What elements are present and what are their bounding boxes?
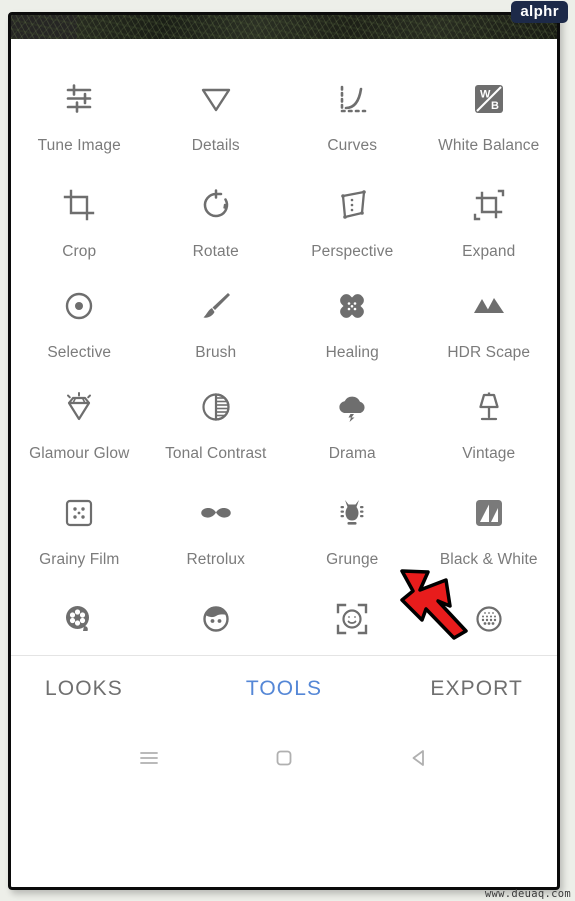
tool-label: Details [191, 137, 240, 154]
tool-selective[interactable]: Selective [11, 284, 148, 385]
tool-label: White Balance [438, 137, 540, 154]
tool-vintage[interactable]: Vintage [421, 385, 558, 491]
tool-details[interactable]: Details [148, 77, 285, 183]
half-circle-contrast-icon [194, 385, 238, 429]
tool-label: Retrolux [186, 551, 246, 568]
tools-row: Tune Image Details Curves W B White Bala… [11, 77, 557, 183]
tools-row: Crop Rotate Perspective Expand [11, 183, 557, 284]
tool-hdr-scape[interactable]: HDR Scape [421, 284, 558, 385]
moustache-icon [194, 491, 238, 535]
screenshot-root: Tune Image Details Curves W B White Bala… [0, 0, 575, 901]
tool-label: HDR Scape [447, 344, 531, 361]
tool-black-and-white[interactable]: Black & White [421, 491, 558, 597]
curves-icon [330, 77, 374, 121]
tool-label: Glamour Glow [29, 445, 130, 462]
tool-expand[interactable]: Expand [421, 183, 558, 284]
tool-label: Black & White [439, 551, 538, 568]
healing-bandage-icon [330, 284, 374, 328]
tool-tune-image[interactable]: Tune Image [11, 77, 148, 183]
tool-curves[interactable]: Curves [284, 77, 421, 183]
tool-label: Perspective [311, 243, 394, 260]
lamp-icon [467, 385, 511, 429]
tools-row [11, 597, 557, 645]
menu-recents-icon[interactable] [129, 738, 169, 778]
tool-portrait[interactable] [148, 597, 285, 645]
tool-perspective[interactable]: Perspective [284, 183, 421, 284]
white-balance-icon: W B [467, 77, 511, 121]
diamond-sparkle-icon [57, 385, 101, 429]
expand-icon [467, 183, 511, 227]
tool-glamour-glow[interactable]: Glamour Glow [11, 385, 148, 491]
bottom-tab-bar: LOOKS TOOLS EXPORT [11, 656, 557, 722]
halftone-dots-icon [467, 597, 511, 641]
mountains-icon [467, 284, 511, 328]
tool-film-reel[interactable] [11, 597, 148, 645]
tool-label: Tonal Contrast [165, 445, 267, 462]
tool-crop[interactable]: Crop [11, 183, 148, 284]
tool-halftone[interactable] [421, 597, 558, 645]
tool-label: Expand [462, 243, 516, 260]
android-nav-bar [11, 722, 557, 794]
tool-drama[interactable]: Drama [284, 385, 421, 491]
guitar-headstock-icon [330, 491, 374, 535]
crop-icon [57, 183, 101, 227]
tab-tools[interactable]: TOOLS [204, 677, 363, 701]
face-detect-icon [330, 597, 374, 641]
film-reel-icon [57, 597, 101, 641]
tool-label: Curves [327, 137, 378, 154]
tab-looks[interactable]: LOOKS [45, 677, 204, 701]
tool-healing[interactable]: Healing [284, 284, 421, 385]
tool-white-balance[interactable]: W B White Balance [421, 77, 558, 183]
tool-rotate[interactable]: Rotate [148, 183, 285, 284]
sliders-icon [57, 77, 101, 121]
tools-row: Selective Brush Healing HDR Scape [11, 284, 557, 385]
photo-strip-texture [11, 15, 557, 39]
brush-icon [194, 284, 238, 328]
tool-grainy-film[interactable]: Grainy Film [11, 491, 148, 597]
back-triangle-icon[interactable] [399, 738, 439, 778]
perspective-icon [330, 183, 374, 227]
tool-label: Healing [325, 344, 379, 361]
tool-label: Drama [328, 445, 376, 462]
tab-export[interactable]: EXPORT [364, 677, 523, 701]
tool-brush[interactable]: Brush [148, 284, 285, 385]
tools-grid: Tune Image Details Curves W B White Bala… [11, 39, 557, 656]
tool-label: Crop [62, 243, 97, 260]
tool-tonal-contrast[interactable]: Tonal Contrast [148, 385, 285, 491]
tool-grunge[interactable]: Grunge [284, 491, 421, 597]
triangle-down-icon [194, 77, 238, 121]
svg-text:W: W [480, 89, 491, 101]
storm-cloud-icon [330, 385, 374, 429]
rotate-icon [194, 183, 238, 227]
tool-label: Selective [47, 344, 112, 361]
black-white-split-icon [467, 491, 511, 535]
tool-label: Rotate [192, 243, 239, 260]
grain-square-icon [57, 491, 101, 535]
portrait-head-icon [194, 597, 238, 641]
tool-label: Brush [195, 344, 237, 361]
tools-row: Glamour Glow Tonal Contrast Drama Vintag… [11, 385, 557, 491]
home-square-icon[interactable] [264, 738, 304, 778]
watermark-alphr: alphr [511, 1, 568, 23]
phone-device-frame: Tune Image Details Curves W B White Bala… [8, 12, 560, 890]
tools-row: Grainy Film Retrolux Grunge Black & Whit… [11, 491, 557, 597]
tool-label: Grunge [326, 551, 379, 568]
svg-text:B: B [491, 100, 499, 112]
watermark-deuaq: www.deuaq.com [484, 888, 571, 900]
tool-face-detect[interactable] [284, 597, 421, 645]
tool-label: Tune Image [37, 137, 121, 154]
photo-preview-strip [11, 15, 557, 39]
selective-target-icon [57, 284, 101, 328]
tool-retrolux[interactable]: Retrolux [148, 491, 285, 597]
tool-label: Vintage [462, 445, 516, 462]
tool-label: Grainy Film [39, 551, 120, 568]
